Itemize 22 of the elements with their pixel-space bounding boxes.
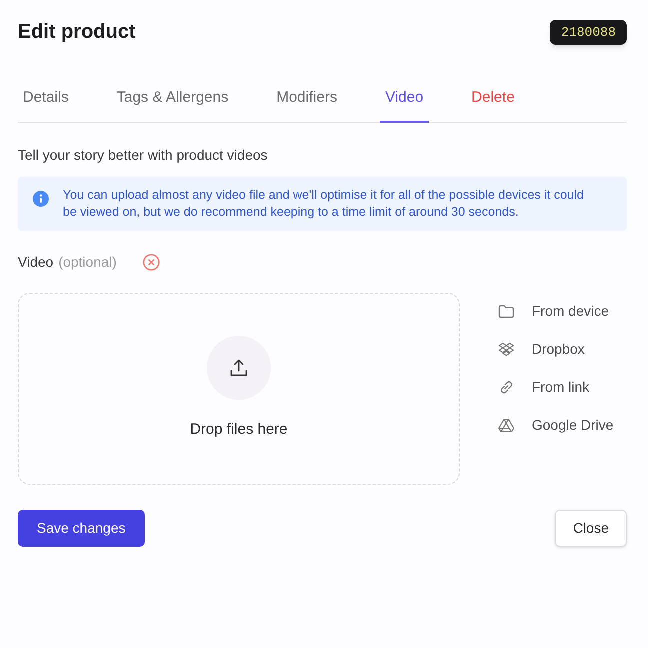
tab[interactable]: Details (18, 87, 74, 123)
dropzone-text: Drop files here (190, 420, 288, 440)
field-hint: (optional) (58, 253, 117, 271)
tab[interactable]: Tags & Allergens (112, 87, 234, 123)
tab[interactable]: Modifiers (272, 87, 342, 123)
page-title: Edit product (18, 20, 136, 42)
upload-source-option[interactable]: Google Drive (497, 415, 614, 435)
upload-source-option[interactable]: From device (497, 301, 614, 321)
info-icon (33, 191, 49, 207)
section-heading: Tell your story better with product videos (18, 146, 269, 164)
tab[interactable]: Video (380, 87, 429, 123)
close-button[interactable]: Close (555, 510, 627, 547)
info-text: You can upload almost any video file and we'll optimise it for all of the possible devices it could be viewed on, but we do recommend keeping to a time limit of around 30 seconds. (63, 187, 585, 221)
tab[interactable]: Delete (466, 87, 520, 123)
upload-icon (207, 336, 271, 400)
field-label: Video (18, 253, 54, 271)
save-button[interactable]: Save changes (18, 510, 145, 547)
upload-source-option[interactable]: Dropbox (497, 339, 614, 359)
x-circle-icon[interactable] (142, 254, 160, 270)
upload-source-option[interactable]: From link (497, 377, 614, 397)
dropzone[interactable]: Drop files here (18, 293, 460, 485)
product-id-badge: 2180088 (550, 20, 627, 45)
